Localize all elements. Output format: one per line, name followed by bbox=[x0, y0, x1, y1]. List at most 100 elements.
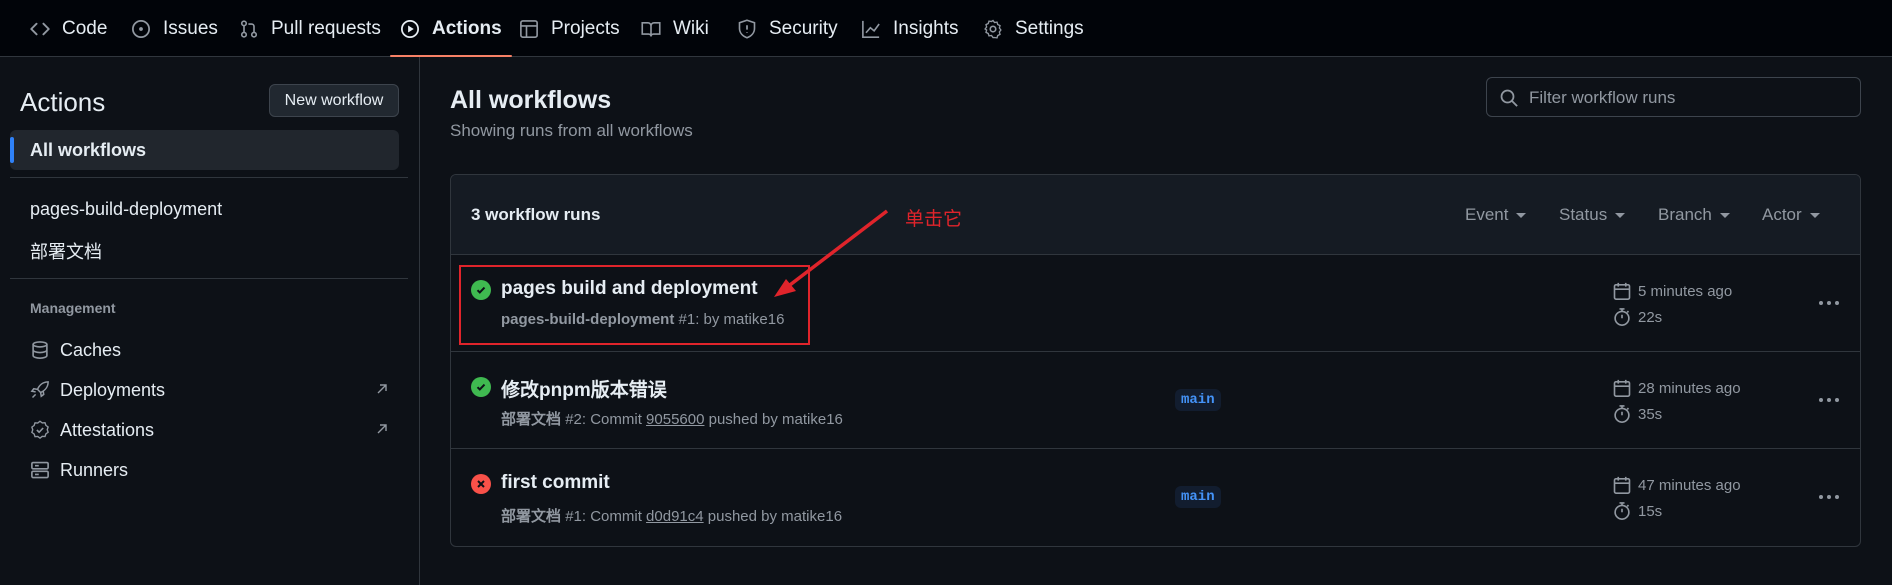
stopwatch-icon bbox=[1612, 307, 1632, 327]
tab-label: Security bbox=[769, 17, 838, 39]
run-meta-prefix: #2: Commit bbox=[565, 411, 642, 428]
actions-sidebar: Actions New workflow All workflows pages… bbox=[0, 57, 420, 585]
branch-label[interactable]: main bbox=[1175, 389, 1221, 411]
tab-label: Actions bbox=[432, 17, 502, 39]
annotation-arrow-icon bbox=[774, 209, 889, 297]
run-duration-text: 35s bbox=[1638, 405, 1663, 423]
failure-x-icon bbox=[471, 474, 491, 494]
run-meta-suffix: pushed by matike16 bbox=[707, 508, 843, 525]
success-check-icon bbox=[471, 377, 491, 397]
run-title-link[interactable]: 修改pnpm版本错误 bbox=[501, 375, 667, 402]
sidebar-item-label: All workflows bbox=[30, 140, 147, 160]
kebab-menu-icon[interactable] bbox=[1815, 483, 1843, 511]
sidebar-item-all-workflows[interactable]: All workflows bbox=[10, 130, 399, 170]
workflow-runs-list: 3 workflow runs Event Status Branch Acto… bbox=[450, 174, 1861, 547]
tab-label: Settings bbox=[1015, 17, 1084, 39]
status-filter-dropdown[interactable]: Status bbox=[1559, 205, 1626, 225]
workflow-run-row[interactable]: 修改pnpm版本错误 部署文档 #2: Commit 9055600 pushe… bbox=[451, 352, 1860, 449]
tab-label: Issues bbox=[163, 17, 218, 39]
tab-projects[interactable]: Projects bbox=[519, 0, 620, 57]
caret-down-icon bbox=[1809, 212, 1820, 218]
tab-label: Pull requests bbox=[271, 17, 381, 39]
sidebar-item-label: Caches bbox=[60, 339, 122, 360]
verified-icon bbox=[30, 420, 50, 440]
workflow-run-row[interactable]: first commit 部署文档 #1: Commit d0d91c4 pus… bbox=[451, 449, 1860, 546]
tab-settings[interactable]: Settings bbox=[983, 0, 1084, 57]
database-icon bbox=[30, 340, 50, 360]
tab-label: Insights bbox=[893, 17, 959, 39]
tab-insights[interactable]: Insights bbox=[861, 0, 958, 57]
kebab-menu-icon[interactable] bbox=[1815, 289, 1843, 317]
branch-filter-dropdown[interactable]: Branch bbox=[1658, 205, 1730, 225]
run-timestamp: 5 minutes ago bbox=[1612, 281, 1732, 301]
run-duration: 15s bbox=[1612, 501, 1662, 521]
run-meta: 部署文档 #2: Commit 9055600 pushed by matike… bbox=[501, 408, 843, 429]
run-meta: 部署文档 #1: Commit d0d91c4 pushed by matike… bbox=[501, 505, 842, 526]
tab-label: Code bbox=[62, 17, 108, 39]
run-title-link[interactable]: first commit bbox=[501, 472, 610, 494]
external-link-icon bbox=[374, 421, 390, 437]
calendar-icon bbox=[1612, 281, 1632, 301]
sidebar-item-label: Deployments bbox=[60, 379, 166, 400]
annotation-highlight-box bbox=[459, 265, 810, 345]
rocket-icon bbox=[30, 380, 50, 400]
commit-sha-link[interactable]: d0d91c4 bbox=[646, 508, 704, 525]
tab-issues[interactable]: Issues bbox=[131, 0, 218, 57]
run-duration: 35s bbox=[1612, 404, 1662, 424]
table-icon bbox=[519, 19, 539, 39]
sidebar-item-caches[interactable]: Caches bbox=[30, 338, 390, 362]
run-workflow-name: 部署文档 bbox=[501, 508, 562, 525]
play-icon bbox=[400, 19, 420, 39]
commit-sha-link[interactable]: 9055600 bbox=[646, 411, 704, 428]
filter-placeholder: Filter workflow runs bbox=[1529, 88, 1676, 107]
gear-icon bbox=[983, 19, 1003, 39]
sidebar-item-workflow[interactable]: pages-build-deployment bbox=[30, 199, 222, 220]
external-link-icon bbox=[374, 381, 390, 397]
filter-workflow-runs-input[interactable]: Filter workflow runs bbox=[1486, 77, 1861, 117]
new-workflow-button[interactable]: New workflow bbox=[269, 84, 399, 117]
sidebar-item-attestations[interactable]: Attestations bbox=[30, 418, 390, 442]
stopwatch-icon bbox=[1612, 404, 1632, 424]
tab-security[interactable]: Security bbox=[737, 0, 838, 57]
caret-down-icon bbox=[1615, 212, 1626, 218]
kebab-menu-icon[interactable] bbox=[1815, 386, 1843, 414]
run-time-text: 28 minutes ago bbox=[1638, 379, 1741, 397]
sidebar-item-label: Runners bbox=[60, 459, 129, 480]
stopwatch-icon bbox=[1612, 501, 1632, 521]
run-workflow-name: 部署文档 bbox=[501, 411, 562, 428]
sidebar-divider bbox=[10, 177, 408, 178]
filter-label: Actor bbox=[1762, 205, 1802, 224]
code-icon bbox=[30, 19, 50, 39]
run-timestamp: 28 minutes ago bbox=[1612, 378, 1741, 398]
sidebar-divider bbox=[10, 278, 408, 279]
run-duration-text: 22s bbox=[1638, 308, 1663, 326]
page-subtitle: Showing runs from all workflows bbox=[450, 121, 693, 140]
sidebar-item-workflow[interactable]: 部署文档 bbox=[30, 238, 102, 264]
event-filter-dropdown[interactable]: Event bbox=[1465, 205, 1527, 225]
tab-wiki[interactable]: Wiki bbox=[641, 0, 709, 57]
run-time-text: 47 minutes ago bbox=[1638, 476, 1741, 494]
tab-code[interactable]: Code bbox=[30, 0, 107, 57]
issue-icon bbox=[131, 19, 151, 39]
filter-label: Branch bbox=[1658, 205, 1712, 224]
book-icon bbox=[641, 19, 661, 39]
tab-pull-requests[interactable]: Pull requests bbox=[239, 0, 381, 57]
run-duration-text: 15s bbox=[1638, 502, 1663, 520]
search-icon bbox=[1499, 88, 1519, 108]
calendar-icon bbox=[1612, 475, 1632, 495]
page-title: All workflows bbox=[450, 86, 612, 114]
server-icon bbox=[30, 460, 50, 480]
management-heading: Management bbox=[30, 300, 116, 316]
sidebar-item-runners[interactable]: Runners bbox=[30, 458, 390, 482]
sidebar-item-deployments[interactable]: Deployments bbox=[30, 378, 390, 402]
runs-count: 3 workflow runs bbox=[471, 205, 601, 224]
run-time-text: 5 minutes ago bbox=[1638, 282, 1733, 300]
actor-filter-dropdown[interactable]: Actor bbox=[1762, 205, 1820, 225]
calendar-icon bbox=[1612, 378, 1632, 398]
annotation-label: 单击它 bbox=[905, 209, 963, 230]
repo-nav: Code Issues Pull requests Actions Projec… bbox=[0, 0, 1892, 57]
branch-label[interactable]: main bbox=[1175, 486, 1221, 508]
run-meta-suffix: pushed by matike16 bbox=[708, 411, 843, 428]
runs-header: 3 workflow runs Event Status Branch Acto… bbox=[451, 175, 1860, 255]
tab-actions[interactable]: Actions bbox=[390, 0, 512, 57]
